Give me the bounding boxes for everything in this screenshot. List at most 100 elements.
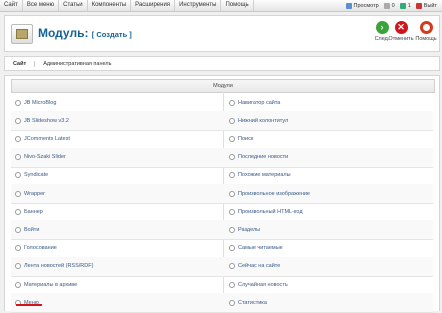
module-row: JB MicroBlog Навигатор сайта — [11, 93, 433, 113]
radio-icon[interactable] — [15, 117, 21, 124]
module-option-label: Лента новостей (RSS/RDF) — [24, 263, 94, 270]
menu-all-menus[interactable]: Все меню — [23, 0, 60, 11]
module-option-left[interactable]: JB MicroBlog — [15, 93, 56, 112]
tab-site[interactable]: Сайт — [5, 60, 36, 67]
radio-icon[interactable] — [229, 99, 235, 106]
radio-icon[interactable] — [15, 154, 21, 161]
radio-icon[interactable] — [15, 263, 21, 270]
menu-components[interactable]: Компоненты — [88, 0, 132, 11]
module-option-label: Войти — [24, 226, 40, 233]
module-row: Wrapper Произвольное изображение — [11, 184, 433, 204]
logout-link[interactable]: Выйт — [424, 3, 437, 9]
module-row: JComments Latest Поиск — [11, 129, 433, 150]
module-row: Syndicate Похожие материалы — [11, 166, 433, 186]
module-option-right[interactable]: Случайная новость — [229, 275, 288, 294]
radio-icon[interactable] — [15, 135, 21, 142]
page-title: Модуль: [ Создать ] — [38, 26, 132, 40]
module-option-left[interactable]: Wrapper — [15, 184, 45, 203]
module-option-right[interactable]: Сейчас на сайте — [229, 257, 280, 276]
module-option-left[interactable]: Баннер — [15, 202, 43, 221]
modules-panel: Модули JB MicroBlog Навигатор сайта JB Sli… — [4, 75, 440, 313]
module-option-left[interactable]: Голосование — [15, 239, 57, 258]
module-option-label: JB Slideshow v3.2 — [24, 117, 69, 124]
module-option-label: Произвольное изображение — [238, 190, 310, 197]
messages-icon — [383, 2, 390, 9]
module-row: Войти Разделы — [11, 220, 433, 241]
help-icon — [419, 21, 433, 34]
radio-icon[interactable] — [229, 172, 235, 179]
messages-count[interactable]: 0 — [392, 3, 395, 9]
cancel-icon: ✕ — [394, 21, 408, 34]
cancel-button[interactable]: ✕ Отменить — [388, 21, 414, 42]
module-option-left[interactable]: JComments Latest — [15, 129, 70, 148]
radio-icon[interactable] — [229, 245, 235, 252]
preview-icon — [345, 2, 352, 9]
modules-panel-title: Модули — [11, 79, 435, 93]
help-button[interactable]: Помощь — [413, 21, 439, 42]
radio-icon[interactable] — [15, 245, 21, 252]
radio-icon[interactable] — [229, 226, 235, 233]
module-option-label: Голосование — [24, 245, 57, 252]
radio-icon[interactable] — [229, 208, 235, 215]
radio-icon[interactable] — [229, 117, 235, 124]
module-row: JB Slideshow v3.2 Нижний колонтитул — [11, 111, 433, 132]
users-count[interactable]: 1 — [408, 3, 411, 9]
module-option-left[interactable]: Меню — [15, 293, 39, 312]
module-option-label: Материалы в архиве — [24, 281, 78, 288]
menu-site[interactable]: Сайт — [0, 0, 23, 11]
module-option-left[interactable]: Лента новостей (RSS/RDF) — [15, 257, 93, 276]
tab-admin[interactable]: Административная панель — [35, 61, 119, 67]
radio-icon[interactable] — [229, 299, 235, 306]
module-option-left[interactable]: Материалы в архиве — [15, 275, 77, 294]
radio-icon[interactable] — [15, 226, 21, 233]
radio-icon[interactable] — [15, 99, 21, 106]
module-option-label: Nivo-Szaki Slider — [24, 154, 66, 161]
radio-icon[interactable] — [229, 190, 235, 197]
module-option-left[interactable]: JB Slideshow v3.2 — [15, 111, 69, 130]
client-tabs: Сайт Административная панель — [4, 56, 440, 71]
module-option-right[interactable]: Произвольный HTML-код — [229, 202, 303, 221]
module-option-right[interactable]: Навигатор сайта — [229, 93, 280, 112]
module-option-label: Последние новости — [238, 154, 289, 161]
module-option-label: Syndicate — [24, 172, 49, 179]
module-option-label: Поиск — [238, 135, 254, 142]
module-option-right[interactable]: Произвольное изображение — [229, 184, 310, 203]
module-option-right[interactable]: Нижний колонтитул — [229, 111, 288, 130]
module-option-label: Нижний колонтитул — [238, 117, 289, 124]
radio-icon[interactable] — [15, 172, 21, 179]
module-option-left[interactable]: Syndicate — [15, 166, 48, 185]
menu-tools[interactable]: Инструменты — [175, 0, 222, 11]
radio-icon[interactable] — [15, 281, 21, 288]
radio-icon[interactable] — [229, 154, 235, 161]
radio-icon[interactable] — [229, 281, 235, 288]
cancel-label: Отменить — [388, 36, 414, 42]
status-area: Просмотр 0 1 Выйт — [345, 0, 440, 11]
radio-icon[interactable] — [229, 263, 235, 270]
toolbar-header: Модуль: [ Создать ] › След. ✕ Отменить П… — [4, 15, 440, 52]
radio-icon[interactable] — [229, 135, 235, 142]
module-option-label: Разделы — [238, 226, 261, 233]
menu-articles[interactable]: Статьи — [59, 0, 88, 11]
module-row: Лента новостей (RSS/RDF) Сейчас на сайте — [11, 256, 433, 277]
next-icon: › — [375, 21, 389, 34]
module-option-left[interactable]: Nivo-Szaki Slider — [15, 148, 66, 167]
menu-extensions[interactable]: Расширения — [131, 0, 176, 11]
page-title-text: Модуль: — [38, 26, 89, 40]
menu-help[interactable]: Помощь — [221, 0, 254, 11]
module-row: Материалы в архиве Случайная новость — [11, 275, 433, 295]
module-option-label: JComments Latest — [24, 135, 70, 142]
module-option-left[interactable]: Войти — [15, 220, 39, 239]
preview-link[interactable]: Просмотр — [354, 3, 379, 9]
radio-icon[interactable] — [15, 208, 21, 215]
module-option-right[interactable]: Последние новости — [229, 148, 288, 167]
module-option-right[interactable]: Самые читаемые — [229, 239, 283, 258]
module-row: Меню Статистика — [11, 293, 433, 313]
module-option-right[interactable]: Статистика — [229, 293, 267, 312]
module-option-right[interactable]: Похожие материалы — [229, 166, 291, 185]
radio-icon[interactable] — [15, 190, 21, 197]
module-option-label: Навигатор сайта — [238, 99, 281, 106]
module-option-right[interactable]: Поиск — [229, 129, 253, 148]
module-option-right[interactable]: Разделы — [229, 220, 260, 239]
module-option-label: Wrapper — [24, 190, 45, 197]
module-row: Баннер Произвольный HTML-код — [11, 202, 433, 223]
